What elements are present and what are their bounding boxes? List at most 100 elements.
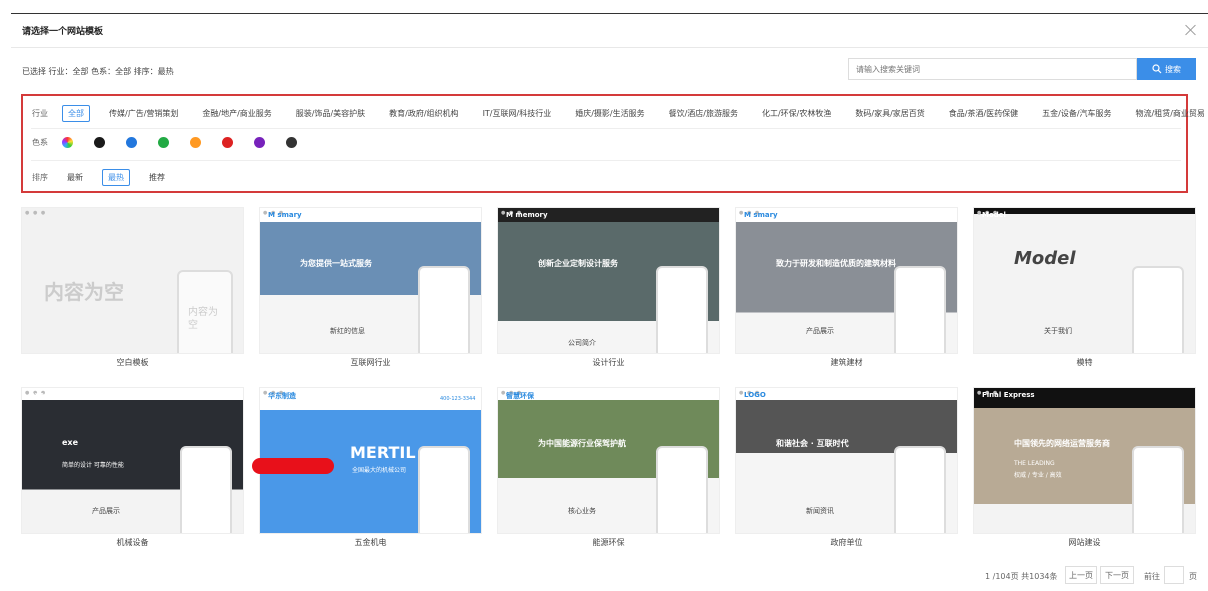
template-card[interactable]: ● ● ● LOGO 和谐社会 · 互联时代 新闻资讯 政府单位 bbox=[735, 387, 958, 547]
template-card[interactable]: ● ● ● Model Model 关于我们 模特 bbox=[973, 207, 1196, 367]
industry-option[interactable]: 化工/环保/农林牧渔 bbox=[757, 106, 836, 121]
template-thumbnail[interactable]: ● ● ● M smary 为您提供一站式服务 新红的信息 bbox=[259, 207, 482, 354]
color-swatch[interactable] bbox=[190, 137, 201, 148]
phone-mockup bbox=[894, 446, 946, 533]
page-number-input[interactable] bbox=[1164, 566, 1184, 584]
phone-mockup bbox=[418, 266, 470, 353]
template-card[interactable]: ● ● ● M smary 为您提供一站式服务 新红的信息 互联网行业 bbox=[259, 207, 482, 367]
sort-filter-row: 排序 最新 最热 推荐 bbox=[32, 169, 184, 186]
search-button-label: 搜索 bbox=[1165, 64, 1181, 74]
next-page-button[interactable]: 下一页 bbox=[1100, 566, 1134, 584]
industry-option[interactable]: 五金/设备/汽车服务 bbox=[1037, 106, 1116, 121]
phone-mockup bbox=[656, 266, 708, 353]
top-border bbox=[11, 13, 1208, 14]
color-swatch[interactable] bbox=[126, 137, 137, 148]
template-headline: 致力于研发和制造优质的建筑材料 bbox=[776, 259, 896, 268]
search-button[interactable]: 搜索 bbox=[1137, 58, 1196, 80]
template-brand: M smary bbox=[744, 211, 778, 219]
phone-mockup bbox=[1132, 446, 1184, 533]
prev-page-button[interactable]: 上一页 bbox=[1065, 566, 1097, 584]
template-thumbnail[interactable]: ● ● ● LOGO 和谐社会 · 互联时代 新闻资讯 bbox=[735, 387, 958, 534]
color-swatch[interactable] bbox=[286, 137, 297, 148]
phone-mockup bbox=[894, 266, 946, 353]
redaction-mark bbox=[252, 458, 334, 474]
template-section: 公司简介 bbox=[568, 339, 596, 347]
template-headline: 中国领先的网络运营服务商 bbox=[1014, 439, 1110, 448]
template-card[interactable]: ● ● ● Final Express 中国领先的网络运营服务商 THE LEADIN… bbox=[973, 387, 1196, 547]
industry-option[interactable]: 全部 bbox=[62, 105, 90, 122]
window-dots-icon: ● ● ● bbox=[25, 210, 47, 216]
template-thumbnail[interactable]: ● ● ● exe exe 简单的设计 可靠的性能 产品展示 bbox=[21, 387, 244, 534]
template-name: 五金机电 bbox=[354, 538, 387, 547]
industry-option[interactable]: IT/互联网/科技行业 bbox=[478, 106, 557, 121]
industry-option[interactable]: 金融/地产/商业服务 bbox=[197, 106, 276, 121]
template-headline: 为您提供一站式服务 bbox=[300, 259, 372, 268]
pager-summary: 1 /104页 共1034条 bbox=[985, 572, 1058, 581]
industry-option[interactable]: 服装/饰品/美容护肤 bbox=[291, 106, 370, 121]
color-label: 色系 bbox=[32, 138, 48, 147]
template-name: 能源环保 bbox=[592, 538, 625, 547]
template-headline: MERTIL bbox=[350, 443, 416, 462]
template-card[interactable]: ● ● ● M memory 创新企业定制设计服务 公司简介设计行业 bbox=[497, 207, 720, 367]
template-headline: 和谐社会 · 互联时代 bbox=[776, 439, 849, 448]
template-card[interactable]: ● ● ● exe exe 简单的设计 可靠的性能 产品展示 机械设备 bbox=[21, 387, 244, 547]
template-phone: 400-123-3344 bbox=[440, 396, 476, 402]
color-swatch[interactable] bbox=[158, 137, 169, 148]
selected-filters: 已选择 行业：全部 色系：全部 排序：最热 bbox=[22, 67, 174, 76]
search-input[interactable] bbox=[848, 58, 1137, 80]
template-section: 新红的信息 bbox=[330, 327, 365, 335]
empty-text: 内容为空 bbox=[44, 280, 124, 304]
color-swatch[interactable] bbox=[94, 137, 105, 148]
industry-option[interactable]: 食品/茶酒/医药保健 bbox=[944, 106, 1023, 121]
template-brand: Model bbox=[982, 211, 1006, 219]
sort-option[interactable]: 最新 bbox=[62, 170, 88, 185]
phone-mockup bbox=[180, 446, 232, 533]
template-tag: 权威 / 专业 / 高效 bbox=[1014, 472, 1062, 479]
template-thumbnail[interactable]: ● ● ● 内容为空 内容为空 bbox=[21, 207, 244, 354]
template-card[interactable]: ● ● ● M smary 致力于研发和制造优质的建筑材料 产品展示 建筑建材 bbox=[735, 207, 958, 367]
color-swatch[interactable] bbox=[222, 137, 233, 148]
search-icon bbox=[1152, 64, 1162, 74]
template-thumbnail[interactable]: ● ● ● Final Express 中国领先的网络运营服务商 THE LEADIN… bbox=[973, 387, 1196, 534]
industry-filter-row: 行业 全部 传媒/广告/营销策划 金融/地产/商业服务 服装/饰品/美容护肤 教育/政府… bbox=[32, 105, 1208, 122]
color-all-swatch[interactable] bbox=[62, 137, 73, 148]
industry-option[interactable]: 数码/家具/家居百货 bbox=[850, 106, 929, 121]
industry-option[interactable]: 餐饮/酒店/旅游服务 bbox=[664, 106, 743, 121]
template-thumbnail[interactable]: ● ● ● Model Model 关于我们 bbox=[973, 207, 1196, 354]
template-headline: Model bbox=[1014, 248, 1076, 269]
goto-label: 前往 bbox=[1144, 572, 1160, 581]
industry-option[interactable]: 物流/租赁/商业贸易 bbox=[1131, 106, 1208, 121]
template-name: 模特 bbox=[1076, 358, 1093, 367]
page-unit-label: 页 bbox=[1189, 572, 1197, 581]
template-headline: exe bbox=[62, 438, 79, 447]
template-brand: M memory bbox=[506, 211, 548, 219]
filter-panel: 行业 全部 传媒/广告/营销策划 金融/地产/商业服务 服装/饰品/美容护肤 教育/政府… bbox=[21, 94, 1205, 193]
industry-label: 行业 bbox=[32, 109, 48, 118]
template-card[interactable]: ● ● ● 智慧环保 为中国能源行业保驾护航 核心业务能源环保 bbox=[497, 387, 720, 547]
sort-option[interactable]: 推荐 bbox=[144, 170, 170, 185]
template-subtitle: 简单的设计 可靠的性能 bbox=[62, 462, 124, 469]
template-name: 设计行业 bbox=[592, 358, 625, 367]
close-icon[interactable] bbox=[1183, 22, 1199, 38]
industry-option[interactable]: 教育/政府/组织机构 bbox=[384, 106, 463, 121]
sort-option[interactable]: 最热 bbox=[102, 169, 130, 186]
template-brand: exe bbox=[30, 391, 45, 399]
color-swatch[interactable] bbox=[254, 137, 265, 148]
template-card[interactable]: ● ● ● 内容为空 内容为空 空白模板 bbox=[21, 207, 244, 367]
industry-option[interactable]: 婚庆/摄影/生活服务 bbox=[570, 106, 649, 121]
template-brand: Final Express bbox=[982, 391, 1035, 399]
dialog-title: 请选择一个网站模板 bbox=[22, 27, 104, 37]
template-name: 机械设备 bbox=[116, 538, 149, 547]
phone-mockup bbox=[656, 446, 708, 533]
template-section: 核心业务 bbox=[568, 507, 596, 515]
template-thumbnail[interactable]: ● ● ● M smary 致力于研发和制造优质的建筑材料 产品展示 bbox=[735, 207, 958, 354]
template-name: 政府单位 bbox=[830, 538, 863, 547]
template-thumbnail[interactable]: ● ● ● 智慧环保 为中国能源行业保驾护航 核心业务 bbox=[497, 387, 720, 534]
phone-mockup bbox=[1132, 266, 1184, 353]
template-subtitle: 全国最大的机械公司 bbox=[352, 467, 407, 474]
template-section: 新闻资讯 bbox=[806, 507, 834, 515]
template-thumbnail[interactable]: ● ● ● M memory 创新企业定制设计服务 公司简介 bbox=[497, 207, 720, 354]
industry-option[interactable]: 传媒/广告/营销策划 bbox=[104, 106, 183, 121]
filter-divider bbox=[31, 128, 1181, 129]
template-name: 互联网行业 bbox=[350, 358, 391, 367]
